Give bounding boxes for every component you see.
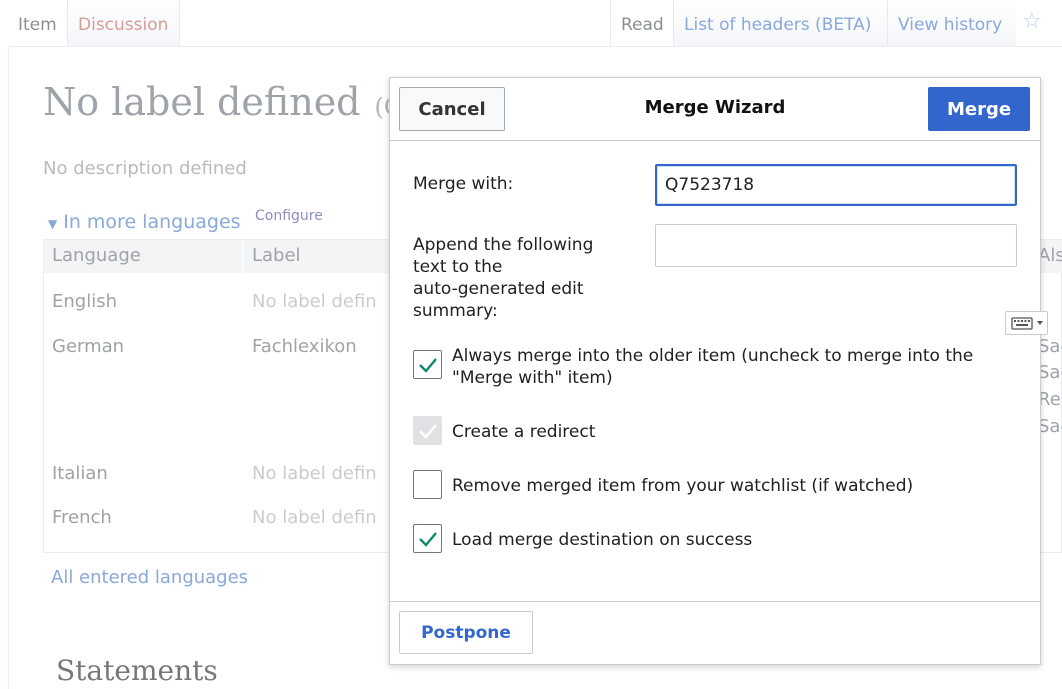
tabs-divider xyxy=(8,46,1062,47)
row-language-german: German xyxy=(52,336,125,357)
dialog-title: Merge Wizard xyxy=(644,97,786,118)
tab-discussion[interactable]: Discussion xyxy=(68,0,180,46)
remove-watchlist-checkbox[interactable] xyxy=(413,470,442,499)
tab-read[interactable]: Read xyxy=(610,0,674,46)
summary-label-line: auto-generated edit xyxy=(413,279,584,299)
alias-peek: Rea xyxy=(1038,389,1062,410)
alias-peek: Sac xyxy=(1038,336,1062,357)
column-header-also-known-as: Als xyxy=(1038,245,1062,266)
load-destination-checkbox[interactable] xyxy=(413,524,442,553)
checkmark-icon xyxy=(418,531,437,547)
row-label-german: Fachlexikon xyxy=(252,336,357,357)
configure-link[interactable]: Configure xyxy=(255,208,323,224)
summary-label-line: Append the following xyxy=(413,235,594,255)
load-destination-label: Load merge destination on success xyxy=(452,530,753,550)
in-more-languages-label: In more languages xyxy=(63,211,241,233)
alias-peek: Sac xyxy=(1038,416,1062,437)
row-language-italian: Italian xyxy=(52,463,108,484)
statements-heading: Statements xyxy=(56,654,218,687)
summary-label: Append the following text to the auto-ge… xyxy=(413,234,633,322)
tab-list-of-headers[interactable]: List of headers (BETA) xyxy=(674,0,888,46)
option-label-line: "Merge with" item) xyxy=(452,368,613,388)
remove-watchlist-label: Remove merged item from your watchlist (… xyxy=(452,476,914,496)
caret-down-icon: ▼ xyxy=(48,217,58,231)
page-description: No description defined xyxy=(43,158,247,179)
row-label-italian: No label defin xyxy=(252,463,377,484)
keyboard-icon xyxy=(1011,317,1043,330)
in-more-languages-toggle[interactable]: ▼ In more languages xyxy=(48,211,241,233)
row-language-french: French xyxy=(52,507,112,528)
checkmark-icon xyxy=(418,423,437,439)
row-label-english: No label defin xyxy=(252,291,377,312)
page-title-text: No label defined xyxy=(43,80,361,124)
row-label-french: No label defin xyxy=(252,507,377,528)
all-entered-languages-link[interactable]: All entered languages xyxy=(51,567,248,588)
option-label-line: Always merge into the older item (unchec… xyxy=(452,346,974,366)
table-header-separator xyxy=(242,240,243,273)
tab-item[interactable]: Item xyxy=(8,0,68,46)
column-header-label: Label xyxy=(252,245,301,266)
summary-label-line: text to the xyxy=(413,257,503,277)
page-title: No label defined(Q xyxy=(43,80,404,124)
star-icon[interactable]: ☆ xyxy=(1022,9,1042,34)
merge-with-label: Merge with: xyxy=(413,174,514,194)
summary-label-line: summary: xyxy=(413,301,498,321)
older-item-checkbox[interactable] xyxy=(413,350,442,379)
page-left-border xyxy=(8,46,9,689)
row-language-english: English xyxy=(52,291,117,312)
keyboard-menu-button[interactable] xyxy=(1005,311,1048,335)
edit-summary-input[interactable] xyxy=(655,224,1017,267)
alias-peek: Sac xyxy=(1038,362,1062,383)
postpone-button[interactable]: Postpone xyxy=(399,611,533,654)
dialog-footer-divider xyxy=(390,601,1040,602)
checkmark-icon xyxy=(418,357,437,373)
merge-button[interactable]: Merge xyxy=(928,87,1030,131)
column-header-language: Language xyxy=(52,245,141,266)
redirect-checkbox[interactable] xyxy=(413,416,442,445)
merge-with-input[interactable] xyxy=(655,164,1017,206)
older-item-label: Always merge into the older item (unchec… xyxy=(452,345,1032,389)
redirect-label: Create a redirect xyxy=(452,422,596,442)
cancel-button[interactable]: Cancel xyxy=(399,87,505,131)
tab-view-history[interactable]: View history xyxy=(888,0,1016,46)
